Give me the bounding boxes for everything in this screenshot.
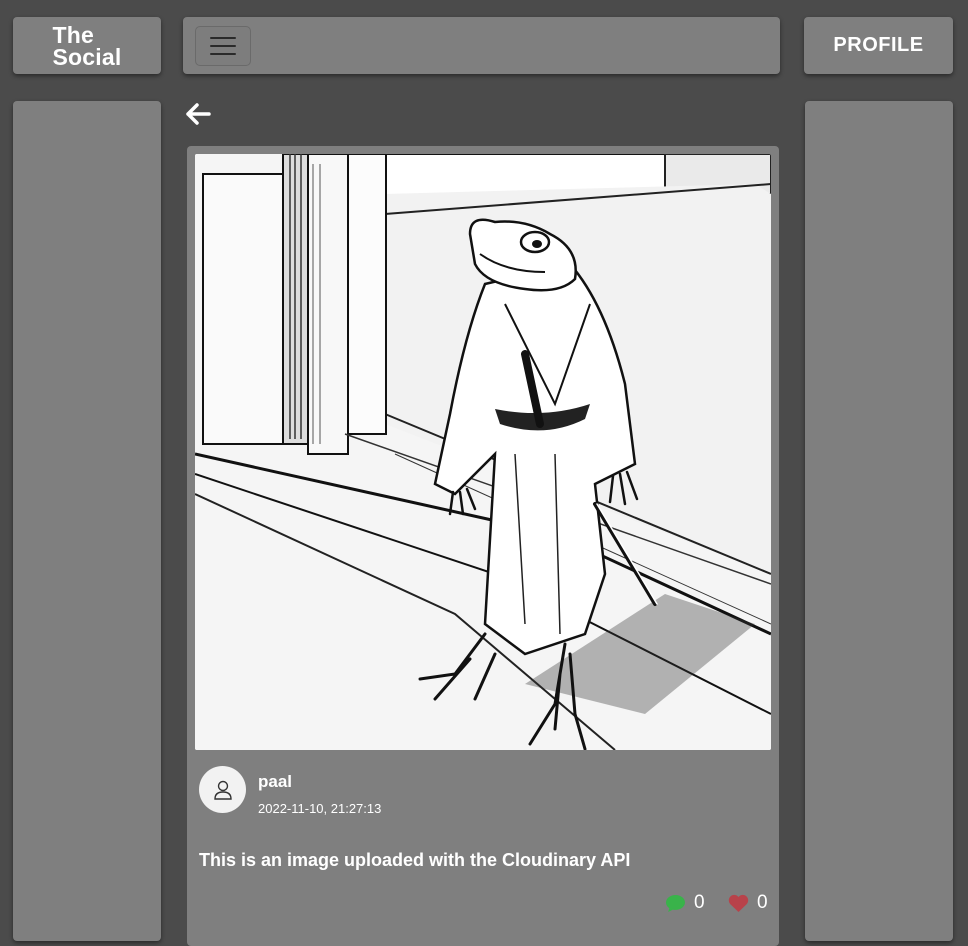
user-icon bbox=[213, 780, 232, 800]
like-button[interactable]: 0 bbox=[728, 892, 768, 914]
left-sidebar bbox=[13, 101, 161, 941]
hamburger-icon-bar bbox=[210, 53, 236, 55]
comment-count: 0 bbox=[694, 892, 705, 913]
logo-text: The Social bbox=[52, 21, 122, 70]
like-count: 0 bbox=[757, 892, 768, 913]
profile-button-label: PROFILE bbox=[833, 34, 924, 56]
logo-line-2: Social bbox=[52, 43, 122, 70]
avatar[interactable] bbox=[199, 766, 246, 813]
post-caption: This is an image uploaded with the Cloud… bbox=[199, 850, 631, 870]
right-sidebar bbox=[805, 101, 953, 941]
comment-button[interactable]: 0 bbox=[665, 892, 705, 914]
post-card: paal 2022-11-10, 21:27:13 This is an ima… bbox=[187, 146, 779, 946]
post-timestamp: 2022-11-10, 21:27:13 bbox=[258, 801, 382, 816]
logo[interactable]: The Social bbox=[13, 17, 161, 74]
top-navbar bbox=[183, 17, 780, 74]
profile-button[interactable]: PROFILE bbox=[804, 17, 953, 74]
hamburger-icon-bar bbox=[210, 45, 236, 47]
frog-samurai-illustration bbox=[195, 154, 771, 750]
arrow-left-icon bbox=[186, 103, 211, 125]
heart-icon bbox=[728, 894, 749, 912]
menu-toggle-button[interactable] bbox=[195, 26, 251, 66]
back-button[interactable] bbox=[184, 101, 212, 127]
logo-line-1: The bbox=[52, 21, 95, 48]
post-author[interactable]: paal bbox=[258, 772, 292, 792]
comment-icon bbox=[666, 894, 685, 912]
post-image[interactable] bbox=[195, 154, 771, 750]
hamburger-icon bbox=[210, 37, 236, 39]
